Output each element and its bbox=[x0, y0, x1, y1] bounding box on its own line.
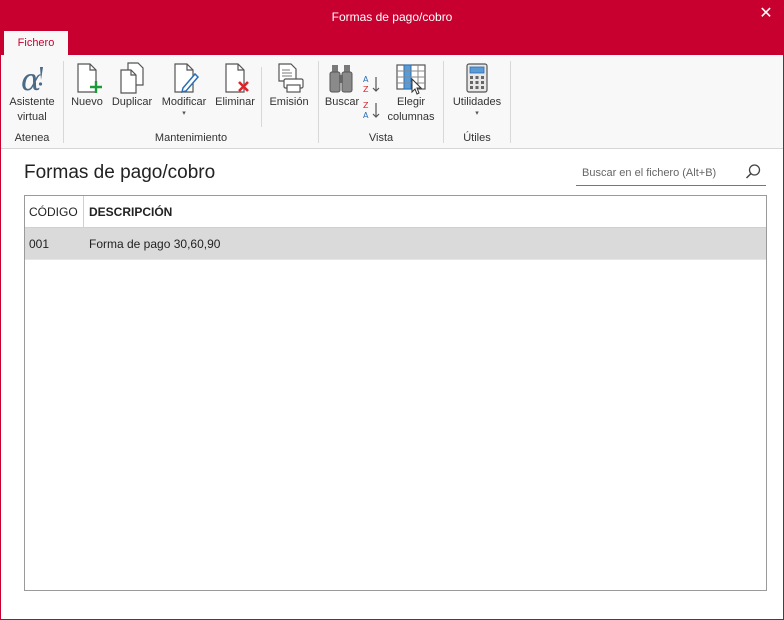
asistente-label-1: Asistente bbox=[9, 96, 55, 108]
close-button[interactable]: ✕ bbox=[757, 5, 775, 23]
delete-document-icon bbox=[225, 63, 249, 93]
svg-text:A: A bbox=[363, 75, 369, 84]
binoculars-icon bbox=[329, 65, 353, 93]
group-divider bbox=[318, 61, 319, 143]
svg-text:α: α bbox=[21, 63, 41, 95]
sort-ascending-button[interactable]: A Z bbox=[362, 73, 382, 98]
data-table: CÓDIGO DESCRIPCIÓN 001 Forma de pago 30,… bbox=[24, 195, 767, 591]
duplicar-button[interactable]: Duplicar bbox=[109, 59, 155, 110]
chevron-down-icon: ▾ bbox=[182, 110, 186, 117]
chevron-down-icon: ▾ bbox=[475, 110, 479, 117]
table-row[interactable]: 001 Forma de pago 30,60,90 bbox=[25, 228, 766, 260]
sort-za-icon: Z A bbox=[363, 101, 380, 120]
cell-descripcion: Forma de pago 30,60,90 bbox=[89, 237, 221, 251]
group-divider bbox=[443, 61, 444, 143]
search-input[interactable] bbox=[582, 164, 732, 181]
group-vista: Buscar A Z Z A Elegir columnas Vista bbox=[320, 59, 442, 145]
group-mantenimiento: Nuevo Duplicar Modificar ▾ Eliminar Emis… bbox=[65, 59, 317, 145]
sort-descending-button[interactable]: Z A bbox=[362, 99, 382, 124]
svg-text:A: A bbox=[363, 111, 369, 120]
group-label-mantenimiento: Mantenimiento bbox=[154, 132, 228, 144]
table-header: CÓDIGO DESCRIPCIÓN bbox=[25, 196, 766, 228]
title-bar: Formas de pago/cobro ✕ Fichero bbox=[1, 1, 783, 56]
edit-document-icon bbox=[174, 63, 200, 94]
utilidades-label: Utilidades bbox=[452, 96, 502, 108]
search-icon[interactable] bbox=[744, 163, 762, 181]
svg-text:Z: Z bbox=[363, 101, 369, 110]
new-document-icon bbox=[77, 63, 102, 93]
elegir-label-1: Elegir bbox=[396, 96, 426, 108]
group-label-utiles: Útiles bbox=[463, 132, 491, 144]
duplicar-label: Duplicar bbox=[111, 96, 153, 108]
asistente-virtual-button[interactable]: α Asistente virtual bbox=[3, 59, 61, 125]
asistente-label-2: virtual bbox=[17, 111, 47, 123]
group-divider bbox=[63, 61, 64, 143]
app-window: Formas de pago/cobro ✕ Fichero α Asisten… bbox=[0, 0, 784, 620]
emision-label: Emisión bbox=[269, 96, 309, 108]
calculator-icon bbox=[466, 63, 488, 93]
group-atenea: α Asistente virtual Atenea bbox=[3, 59, 61, 145]
buscar-label: Buscar bbox=[324, 96, 360, 108]
alpha-icon: α bbox=[21, 63, 43, 95]
modificar-button[interactable]: Modificar ▾ bbox=[157, 59, 211, 118]
eliminar-label: Eliminar bbox=[215, 96, 255, 108]
search-box bbox=[576, 160, 766, 186]
elegir-columnas-button[interactable]: Elegir columnas bbox=[384, 59, 438, 125]
elegir-label-2: columnas bbox=[387, 111, 435, 123]
group-label-vista: Vista bbox=[368, 132, 394, 144]
group-utiles: Utilidades ▾ Útiles bbox=[445, 59, 509, 145]
group-divider bbox=[510, 61, 511, 143]
nuevo-button[interactable]: Nuevo bbox=[67, 59, 107, 110]
page-title: Formas de pago/cobro bbox=[24, 162, 216, 183]
nuevo-label: Nuevo bbox=[71, 96, 103, 108]
print-icon bbox=[278, 63, 304, 93]
modificar-label: Modificar bbox=[161, 96, 207, 108]
column-header-descripcion[interactable]: DESCRIPCIÓN bbox=[85, 196, 765, 228]
window-title: Formas de pago/cobro bbox=[331, 10, 453, 24]
tab-fichero[interactable]: Fichero bbox=[4, 31, 68, 56]
duplicate-icon bbox=[120, 62, 144, 94]
buscar-button[interactable]: Buscar bbox=[322, 59, 362, 110]
svg-text:Z: Z bbox=[363, 85, 369, 94]
ribbon: α Asistente virtual Atenea Nuevo Duplica… bbox=[1, 55, 783, 149]
eliminar-button[interactable]: Eliminar bbox=[213, 59, 257, 110]
column-header-codigo[interactable]: CÓDIGO bbox=[25, 196, 84, 228]
emision-button[interactable]: Emisión bbox=[265, 59, 313, 110]
button-divider bbox=[261, 67, 262, 127]
group-label-atenea: Atenea bbox=[14, 132, 50, 144]
columns-icon bbox=[396, 64, 426, 95]
cell-codigo: 001 bbox=[29, 237, 50, 251]
utilidades-button[interactable]: Utilidades ▾ bbox=[447, 59, 507, 118]
sort-az-icon: A Z bbox=[363, 75, 380, 94]
